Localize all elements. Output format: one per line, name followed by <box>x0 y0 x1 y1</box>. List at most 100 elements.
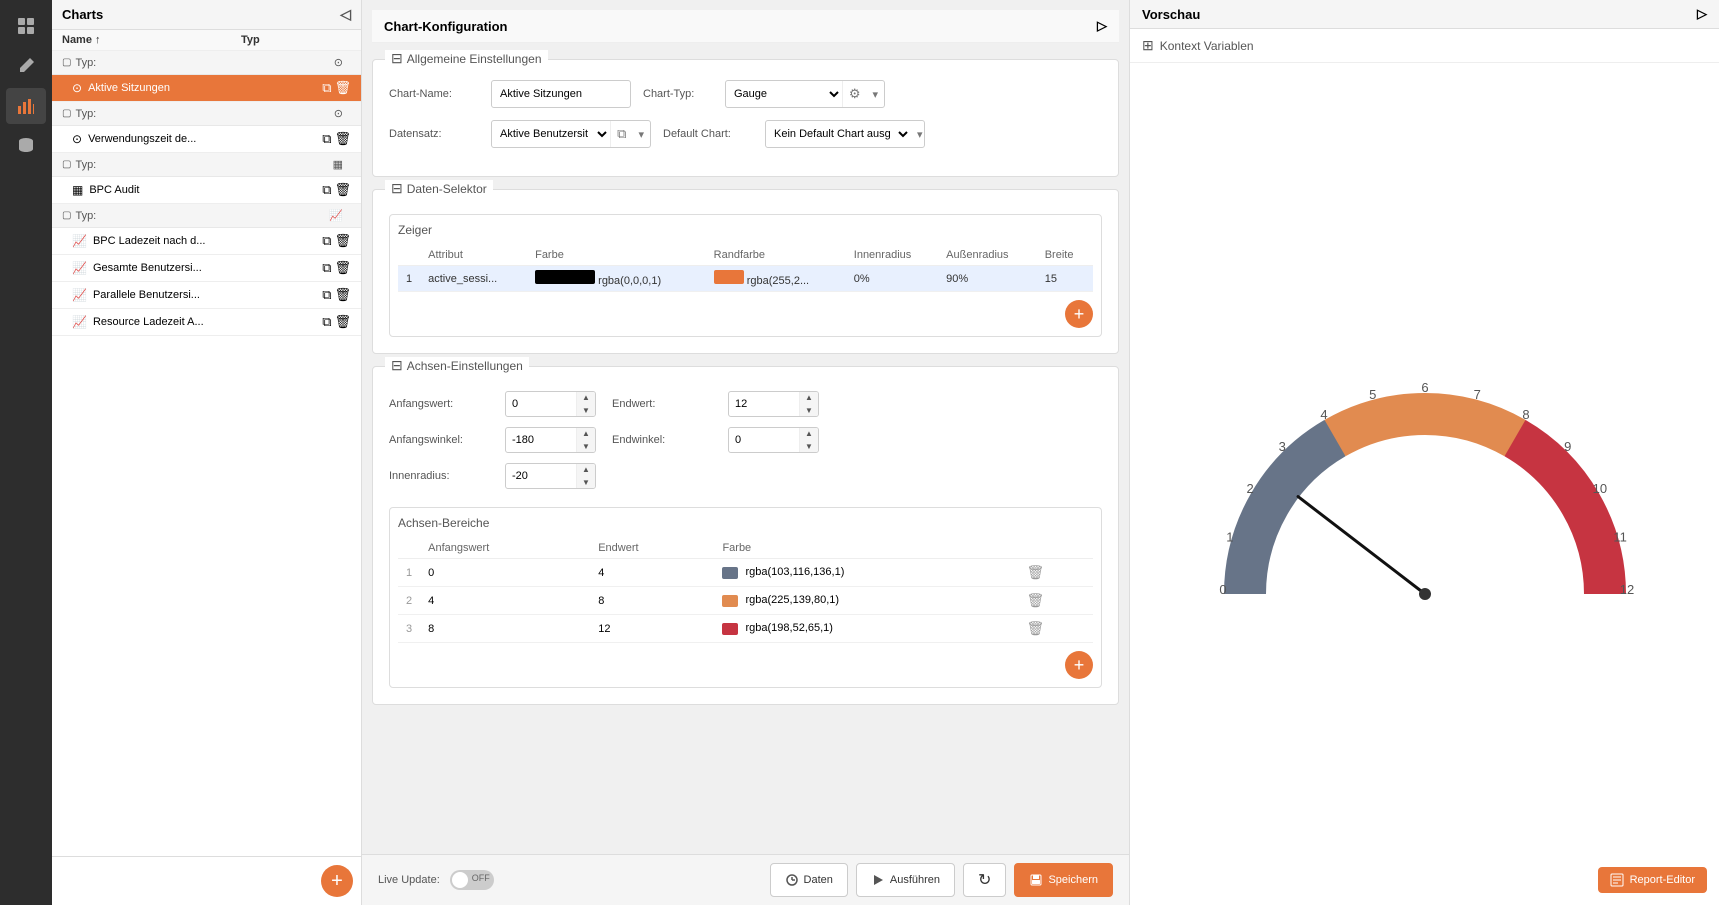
daten-selektor-section: ⊟ Daten-Selektor Zeiger Attribut Farbe R… <box>372 189 1119 354</box>
delete-icon-bpc[interactable]: 🗑 <box>334 233 351 249</box>
anfangswert-input[interactable] <box>506 396 576 412</box>
copy-icon-parallele[interactable]: ⧉ <box>322 287 331 303</box>
bereiche-title: Achsen-Bereiche <box>398 516 1093 530</box>
anfangswert-up[interactable]: ▲ <box>577 391 595 404</box>
bereiche-delete-2[interactable]: 🗑 <box>1019 587 1094 615</box>
gauge-label-5: 5 <box>1369 387 1376 402</box>
chart-group-1[interactable]: ▢ Typ: ⊙ <box>52 51 361 75</box>
chart-item-resource[interactable]: 📈 Resource Ladezeit A... ⧉ 🗑 <box>52 309 361 336</box>
kontext-plus-icon[interactable]: ⊞ <box>1142 37 1154 54</box>
col-typ: Typ <box>241 34 301 46</box>
group1-typ-icon: ⊙ <box>334 56 343 69</box>
bereiche-farbe-2: rgba(225,139,80,1) <box>714 587 1018 615</box>
bereiche-row-3[interactable]: 3 8 12 rgba(198,52,65,1) 🗑 <box>398 615 1093 643</box>
chart-typ-select[interactable]: Gauge <box>726 85 842 103</box>
nav-edit[interactable] <box>6 48 46 84</box>
default-chart-select[interactable]: Kein Default Chart ausg <box>766 125 911 143</box>
kontext-section: ⊞ Kontext Variablen <box>1130 29 1719 63</box>
endwert-up[interactable]: ▲ <box>800 391 818 404</box>
anfangswinkel-up[interactable]: ▲ <box>577 427 595 440</box>
charts-list: ▢ Typ: ⊙ ⊙ Aktive Sitzungen ⧉ 🗑 ▢ Typ: ⊙… <box>52 51 361 856</box>
endwinkel-input[interactable] <box>729 432 799 448</box>
speichern-label: Speichern <box>1048 874 1098 886</box>
default-chart-select-group: Kein Default Chart ausg ▾ <box>765 120 925 148</box>
config-collapse-right[interactable]: ▷ <box>1097 18 1107 34</box>
copy-icon-gesamte[interactable]: ⧉ <box>322 260 331 276</box>
icon-sidebar <box>0 0 52 905</box>
anfangswinkel-input[interactable] <box>506 432 576 448</box>
save-icon <box>1029 873 1043 887</box>
copy-icon-bpc[interactable]: ⧉ <box>322 233 331 249</box>
copy-icon-aktive[interactable]: ⧉ <box>322 80 331 96</box>
item-name-audit: BPC Audit <box>89 184 322 196</box>
chart-item-gesamte[interactable]: 📈 Gesamte Benutzersi... ⧉ 🗑 <box>52 255 361 282</box>
chart-item-parallele[interactable]: 📈 Parallele Benutzersi... ⧉ 🗑 <box>52 282 361 309</box>
chart-group-3[interactable]: ▢ Typ: ▦ <box>52 153 361 177</box>
delete-icon-audit[interactable]: 🗑 <box>334 182 351 198</box>
preview-expand[interactable]: ▷ <box>1697 6 1707 22</box>
table-row[interactable]: 1 active_sessi... rgba(0,0,0,1) rgba(255… <box>398 266 1093 292</box>
nav-grid[interactable] <box>6 8 46 44</box>
chart-group-4[interactable]: ▢ Typ: 📈 <box>52 204 361 228</box>
daten-selektor-collapse[interactable]: ⊟ <box>391 180 403 197</box>
endwert-input[interactable] <box>729 396 799 412</box>
nav-chart[interactable] <box>6 88 46 124</box>
chart-typ-arrow[interactable]: ▾ <box>866 88 884 101</box>
innenradius-down[interactable]: ▼ <box>577 476 595 489</box>
th-farbe: Farbe <box>527 245 706 266</box>
bereiche-add-button[interactable]: + <box>1065 651 1093 679</box>
delete-icon-aktive[interactable]: 🗑 <box>334 80 351 96</box>
innenradius-input[interactable] <box>506 468 576 484</box>
default-chart-arrow[interactable]: ▾ <box>911 128 925 141</box>
delete-icon-gesamte[interactable]: 🗑 <box>334 260 351 276</box>
datensatz-arrow[interactable]: ▾ <box>632 128 650 141</box>
endwinkel-down[interactable]: ▼ <box>800 440 818 453</box>
config-panel: Chart-Konfiguration ▷ ⊟ Allgemeine Einst… <box>362 0 1129 854</box>
innenradius-spinners: ▲ ▼ <box>576 463 595 489</box>
delete-icon-verw[interactable]: 🗑 <box>334 131 351 147</box>
bereiche-row-1[interactable]: 1 0 4 rgba(103,116,136,1) 🗑 <box>398 559 1093 587</box>
gauge-center-dot <box>1419 588 1431 600</box>
endwert-down[interactable]: ▼ <box>800 404 818 417</box>
chart-item-aktive-sitzungen[interactable]: ⊙ Aktive Sitzungen ⧉ 🗑 <box>52 75 361 102</box>
zeiger-subsection: Zeiger Attribut Farbe Randfarbe Innenrad… <box>389 214 1102 337</box>
zeiger-add-button[interactable]: + <box>1065 300 1093 328</box>
bereiche-row-2[interactable]: 2 4 8 rgba(225,139,80,1) 🗑 <box>398 587 1093 615</box>
charts-title: Charts <box>62 7 103 22</box>
anfangswert-down[interactable]: ▼ <box>577 404 595 417</box>
speichern-button[interactable]: Speichern <box>1014 863 1113 897</box>
report-editor-button[interactable]: Report-Editor <box>1598 867 1707 893</box>
delete-icon-parallele[interactable]: 🗑 <box>334 287 351 303</box>
chart-item-verwendungszeit[interactable]: ⊙ Verwendungszeit de... ⧉ 🗑 <box>52 126 361 153</box>
bereiche-farbe-3: rgba(198,52,65,1) <box>714 615 1018 643</box>
copy-icon-verw[interactable]: ⧉ <box>322 131 331 147</box>
endwinkel-up[interactable]: ▲ <box>800 427 818 440</box>
chart-item-bpc-ladezeit[interactable]: 📈 BPC Ladezeit nach d... ⧉ 🗑 <box>52 228 361 255</box>
ausfuehren-button[interactable]: Ausführen <box>856 863 955 897</box>
bereiche-delete-1[interactable]: 🗑 <box>1019 559 1094 587</box>
datensatz-link-icon[interactable]: ⧉ <box>610 121 632 147</box>
gauge-range-orange <box>1335 414 1515 438</box>
delete-icon-resource[interactable]: 🗑 <box>334 314 351 330</box>
chart-item-bpc-audit[interactable]: ▦ BPC Audit ⧉ 🗑 <box>52 177 361 204</box>
refresh-button[interactable]: ↻ <box>963 863 1006 897</box>
winkel-row: Anfangswinkel: ▲ ▼ Endwinkel: <box>389 427 1102 453</box>
achsen-body: Anfangswert: ▲ ▼ Endwert: <box>373 367 1118 704</box>
anfangswinkel-down[interactable]: ▼ <box>577 440 595 453</box>
copy-icon-resource[interactable]: ⧉ <box>322 314 331 330</box>
gauge-settings-icon[interactable]: ⚙ <box>842 81 867 107</box>
chart-name-input[interactable] <box>491 80 631 108</box>
anfangswert-input-group: ▲ ▼ <box>505 391 596 417</box>
daten-button[interactable]: Daten <box>770 863 848 897</box>
add-chart-button[interactable]: + <box>321 865 353 897</box>
charts-collapse-btn[interactable]: ◁ <box>340 6 351 23</box>
datensatz-select[interactable]: Aktive Benutzersit <box>492 125 610 143</box>
copy-icon-audit[interactable]: ⧉ <box>322 182 331 198</box>
nav-database[interactable] <box>6 128 46 164</box>
allgemeine-collapse[interactable]: ⊟ <box>391 50 403 67</box>
innenradius-up[interactable]: ▲ <box>577 463 595 476</box>
bereiche-delete-3[interactable]: 🗑 <box>1019 615 1094 643</box>
achsen-collapse[interactable]: ⊟ <box>391 357 403 374</box>
live-update-toggle[interactable]: OFF <box>450 870 494 890</box>
chart-group-2[interactable]: ▢ Typ: ⊙ <box>52 102 361 126</box>
